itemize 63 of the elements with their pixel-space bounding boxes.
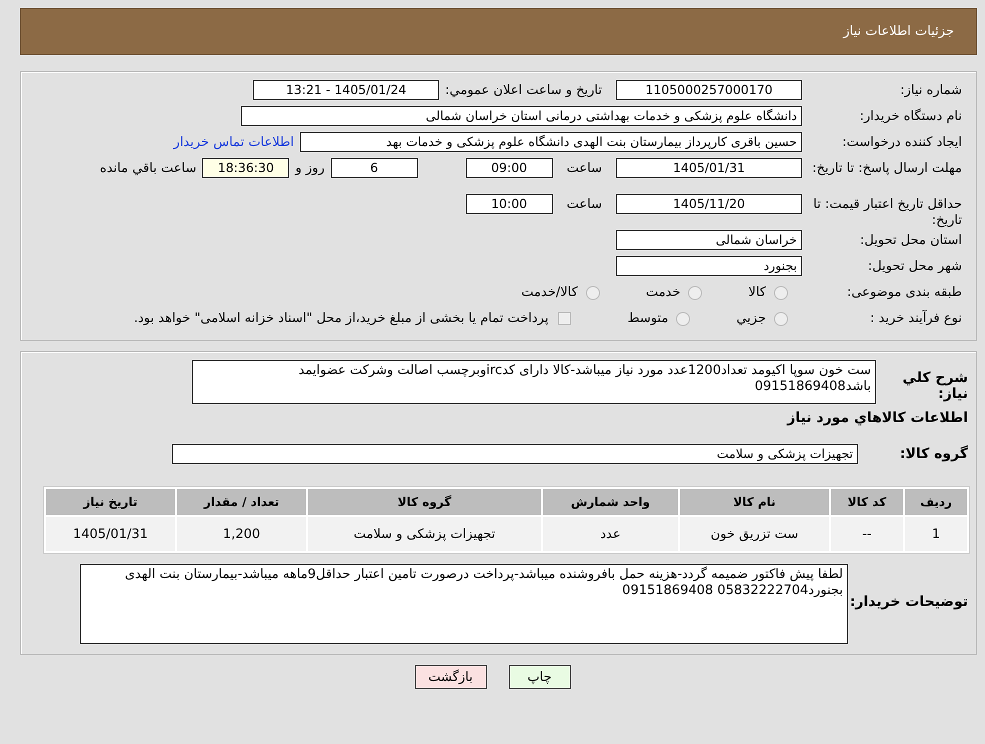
field-label: گروه کالا: xyxy=(898,446,968,462)
field-label: کالا xyxy=(748,285,766,300)
field-label: مهلت ارسال پاسخ: تا تاریخ: xyxy=(811,160,962,177)
field-label: متوسط xyxy=(627,311,668,326)
radio-button[interactable] xyxy=(774,286,788,300)
text-field[interactable]: 18:36:30 xyxy=(202,158,290,178)
field-label: شماره نیاز: xyxy=(899,82,962,99)
text-field[interactable]: 1405/01/31 xyxy=(616,158,802,178)
checkbox[interactable] xyxy=(558,312,572,325)
print-button[interactable]: چاپ xyxy=(508,665,570,689)
text-field[interactable]: تجهیزات پزشکی و سلامت xyxy=(172,444,858,464)
text-field[interactable]: بجنورد xyxy=(616,256,802,276)
column-header: واحد شمارش xyxy=(542,489,678,515)
field-label: جزيي xyxy=(736,311,766,326)
text-field[interactable]: 1405/01/24 - 13:21 xyxy=(253,80,440,100)
radio-button[interactable] xyxy=(688,286,702,300)
field-label: ساعت xyxy=(566,160,602,176)
field-label: ساعت xyxy=(566,196,602,212)
field-label: خدمت xyxy=(646,285,680,300)
text-field[interactable]: حسین باقری کارپرداز بیمارستان بنت الهدی دانشگاه علوم پزشکی و خدمات بهد xyxy=(300,132,802,152)
field-label: روز و xyxy=(295,160,325,176)
column-header: کد کالا xyxy=(830,489,904,515)
field-label: تاریخ و ساعت اعلان عمومي: xyxy=(445,82,602,98)
table-cell: 1,200 xyxy=(176,517,306,551)
description-textarea[interactable]: ست خون سوپا اکیومد تعداد1200عدد مورد نیاز میباشد-کالا دارای کدircوبرچسب اصالت وشرکت عضوایمد باشد09151869408 xyxy=(192,360,876,404)
field-label: ساعت باقي مانده xyxy=(100,160,196,176)
radio-button[interactable] xyxy=(586,286,600,300)
column-header: ردیف xyxy=(905,489,967,515)
column-header: گروه کالا xyxy=(308,489,541,515)
back-button[interactable]: بازگشت xyxy=(414,665,486,689)
text-field[interactable]: خراسان شمالی xyxy=(616,230,802,250)
notes-textarea[interactable]: لطفا پیش فاکتور ضمیمه گردد-هزینه حمل بافروشنده میباشد-پرداخت درصورت تامین اعتبار حداقل9ماهه میباشد-بیمارستان بنت الهدی بجنورد05832222704 09151869408 xyxy=(80,564,848,644)
field-label: کالا/خدمت xyxy=(521,285,578,300)
radio-button[interactable] xyxy=(676,312,690,326)
page-title: جزئیات اطلاعات نیاز xyxy=(843,24,954,39)
text-field[interactable]: دانشگاه علوم پزشکی و خدمات بهداشتی درمانی استان خراسان شمالی xyxy=(241,106,802,126)
text-field[interactable]: 09:00 xyxy=(466,158,553,178)
field-label: استان محل تحویل: xyxy=(859,232,962,249)
column-header: تاریخ نیاز xyxy=(46,489,175,515)
field-label: ایجاد کننده درخواست: xyxy=(841,134,962,151)
field-label: حداقل تاریخ اعتبار قیمت: تا تاریخ: xyxy=(812,196,962,229)
field-label: طبقه بندی موضوعی: xyxy=(846,284,962,301)
table-cell: 1 xyxy=(905,517,967,551)
field-label: شهر محل تحویل: xyxy=(866,258,962,275)
field-label: پرداخت تمام یا بخشی از مبلغ خرید،از محل "اسناد خزانه اسلامی" خواهد بود. xyxy=(134,311,548,326)
field-label: توضیحات خریدار: xyxy=(848,593,968,610)
radio-button[interactable] xyxy=(774,312,788,326)
table-cell: 1405/01/31 xyxy=(46,517,175,551)
contact-link[interactable]: اطلاعات تماس خریدار xyxy=(174,134,294,150)
table-cell: عدد xyxy=(542,517,678,551)
text-field[interactable]: 6 xyxy=(330,158,418,178)
column-header: تعداد / مقدار xyxy=(176,489,306,515)
text-field[interactable]: 1405/11/20 xyxy=(616,194,802,214)
table-cell: ست تزریق خون xyxy=(680,517,829,551)
table-cell: -- xyxy=(830,517,904,551)
field-label: نوع فرآیند خرید : xyxy=(869,308,962,327)
column-header: نام کالا xyxy=(680,489,829,515)
field-label: نام دستگاه خریدار: xyxy=(858,108,962,125)
text-field[interactable]: 1105000257000170 xyxy=(616,80,802,100)
field-label: شرح کلي نیاز: xyxy=(902,369,968,402)
table-cell: تجهیزات پزشکی و سلامت xyxy=(308,517,541,551)
text-field[interactable]: 10:00 xyxy=(466,194,553,214)
section-heading: اطلاعات کالاهاي مورد نیاز xyxy=(786,410,968,426)
